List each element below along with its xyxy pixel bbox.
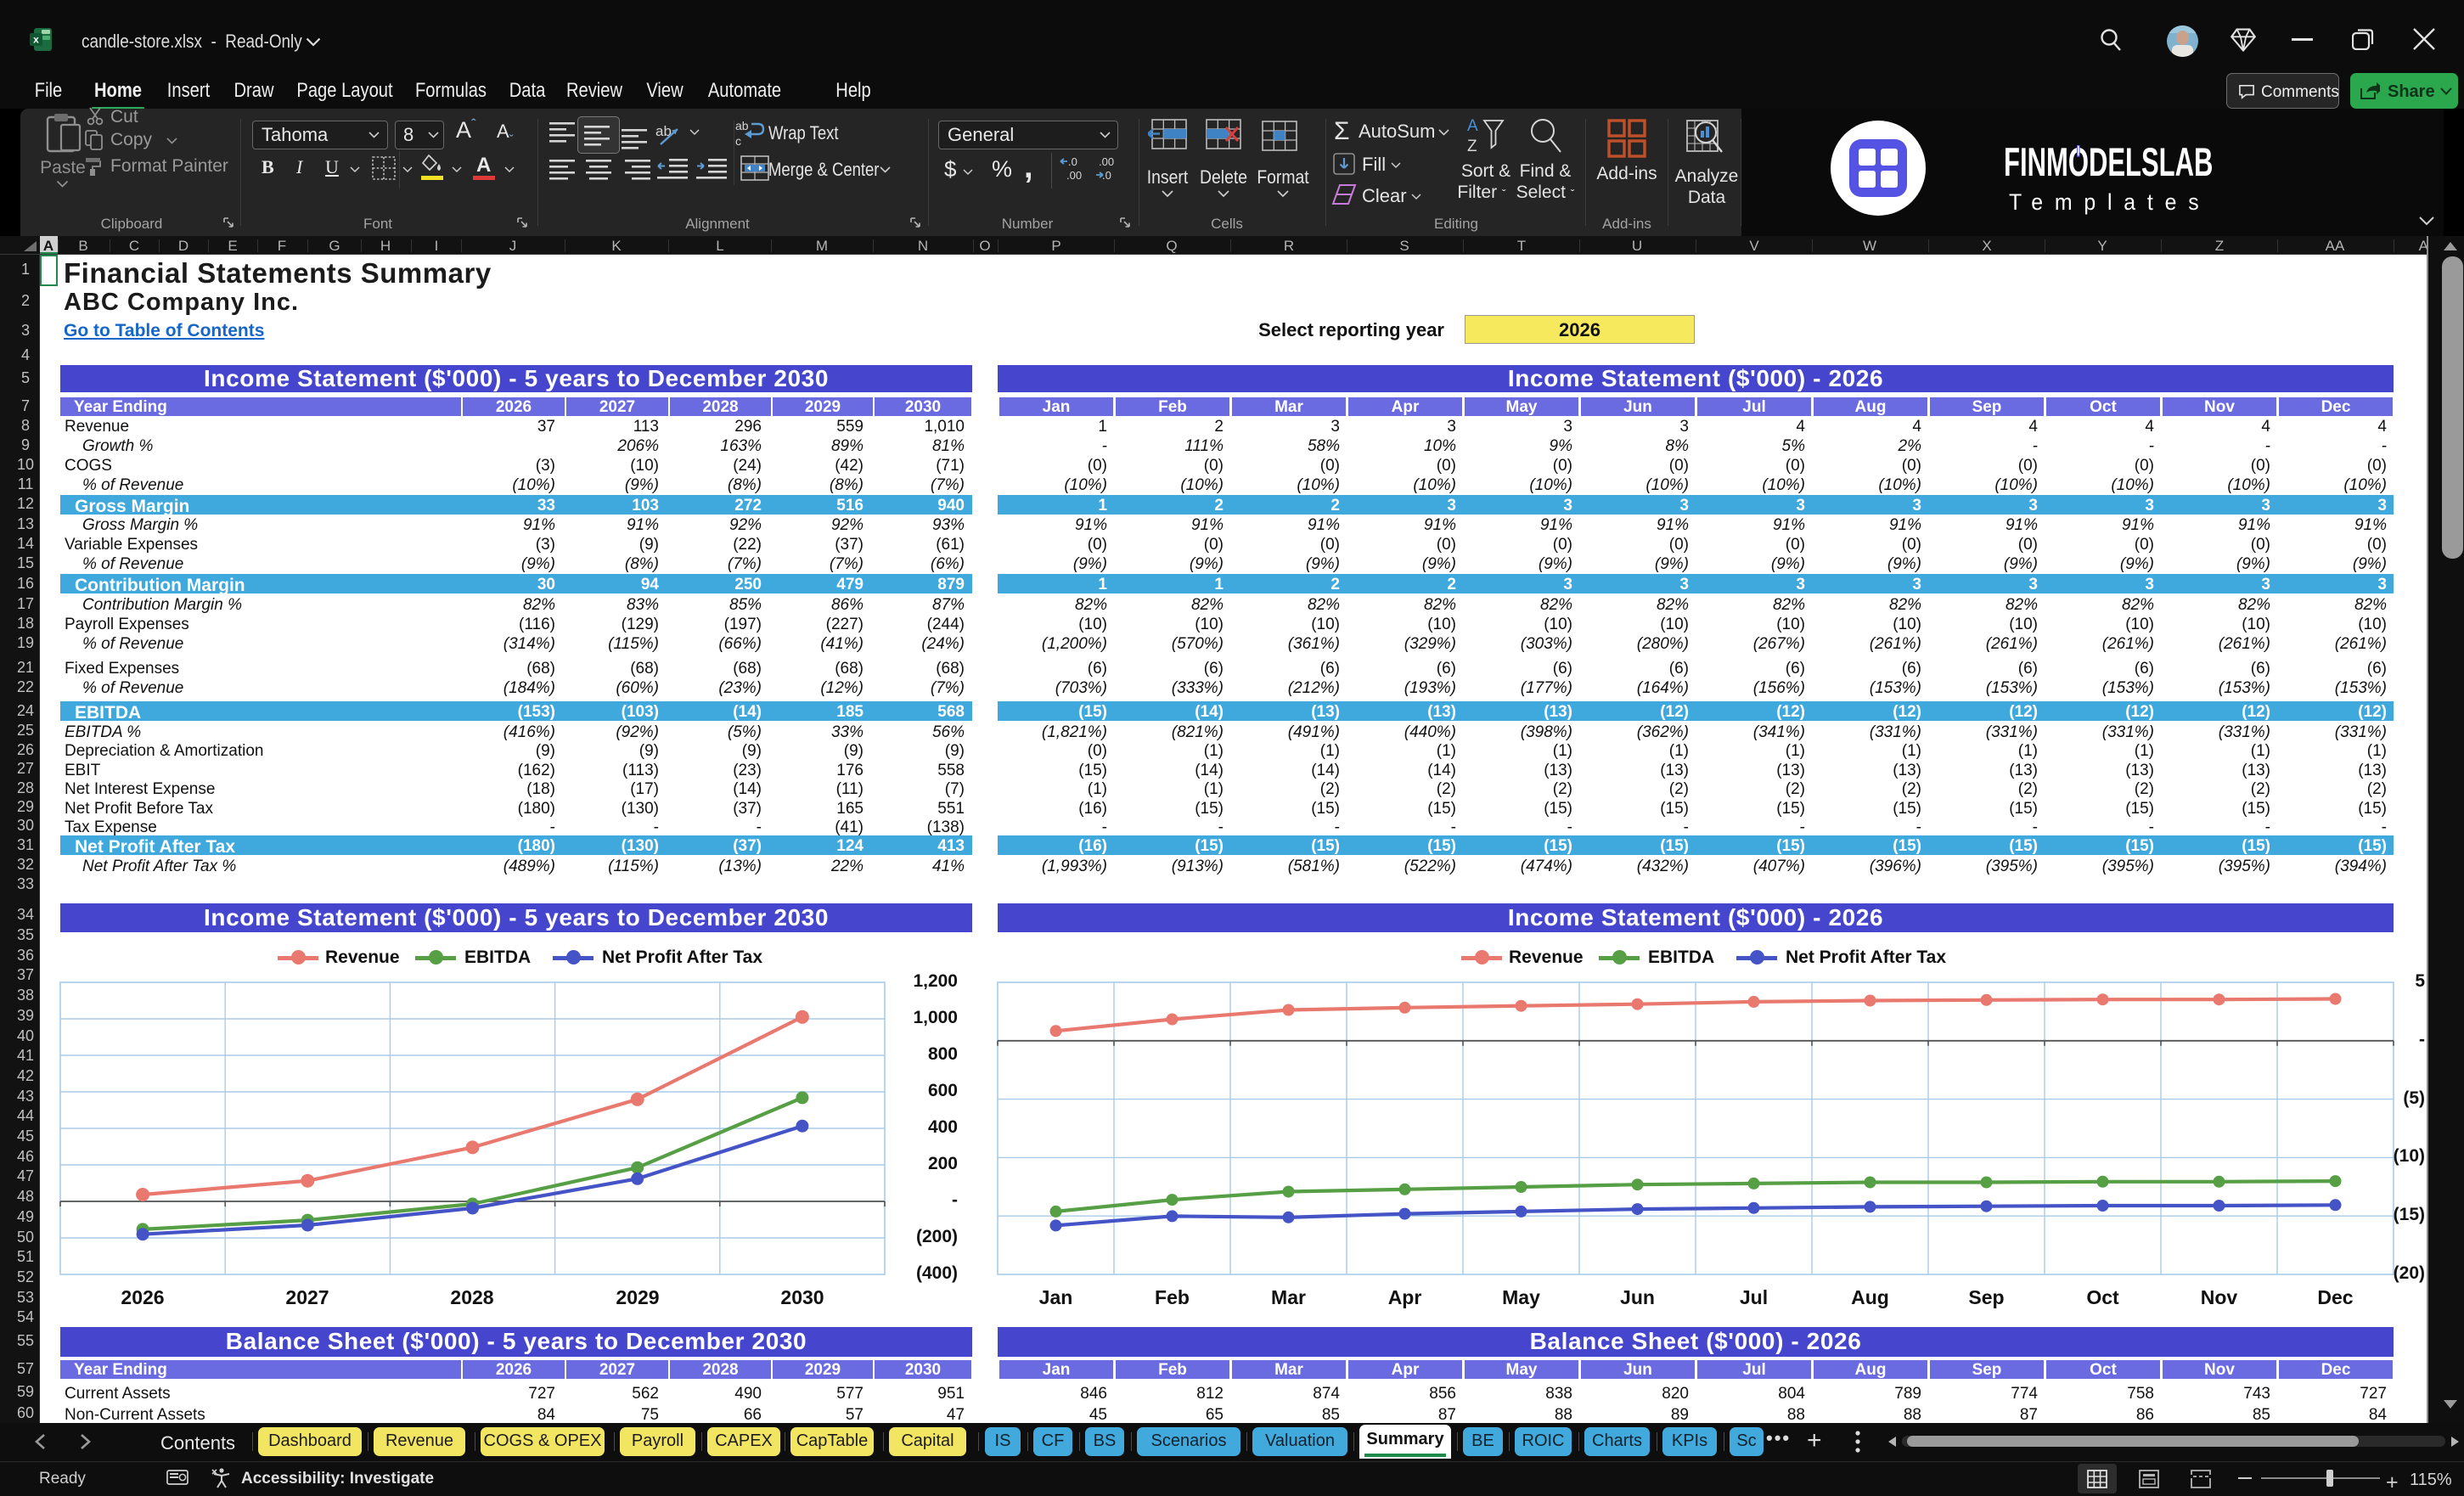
- svg-text:c: c: [735, 134, 741, 148]
- svg-text:.00: .00: [1099, 155, 1114, 168]
- svg-text:Z: Z: [1467, 138, 1477, 155]
- svg-text:.0: .0: [1102, 169, 1111, 182]
- svg-text:.00: .00: [1066, 169, 1082, 182]
- svg-text:.0: .0: [1068, 155, 1077, 168]
- svg-text:ab: ab: [735, 119, 749, 132]
- svg-text:x: x: [33, 34, 39, 46]
- svg-text:A: A: [1467, 117, 1478, 135]
